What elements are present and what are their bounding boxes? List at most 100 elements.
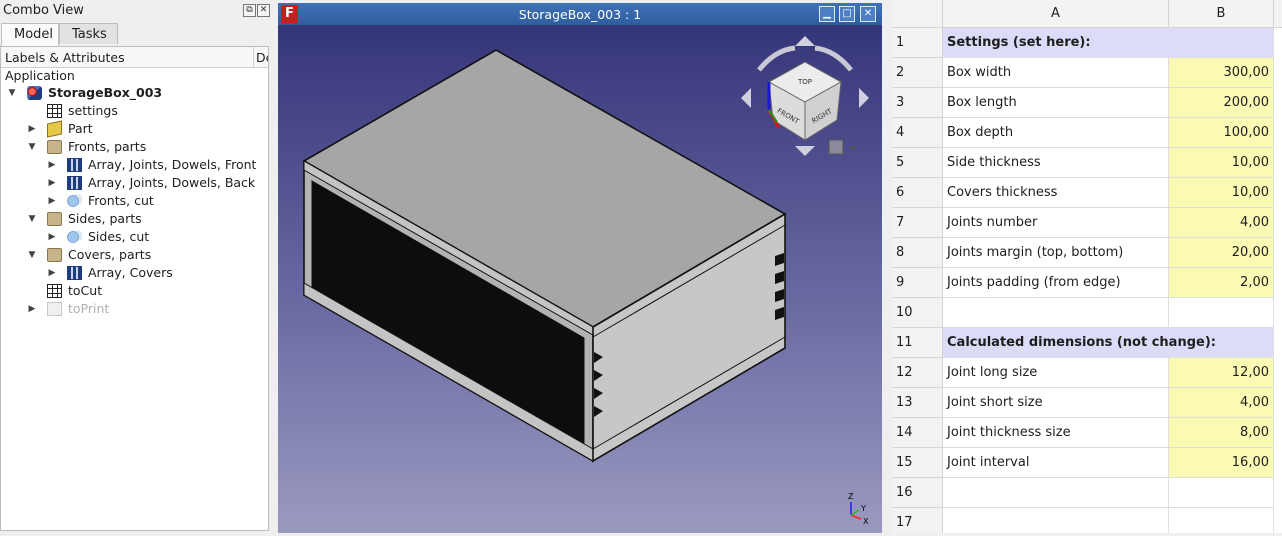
tree-item[interactable]: ▼ Fronts, parts [1,138,268,156]
tree-item[interactable]: ▶ Array, Covers [1,264,268,282]
row-header[interactable]: 12 [893,358,943,388]
tree-item[interactable]: ▶ Array, Joints, Dowels, Front [1,156,268,174]
cell-a[interactable]: Settings (set here): [943,28,1274,58]
float-panel-button[interactable]: ⧉ [243,4,256,17]
3d-viewport[interactable]: TOP FRONT RIGHT Z Y X [278,25,882,533]
tree-application-root[interactable]: Application [1,67,268,85]
row-header[interactable]: 14 [893,418,943,448]
cell-a[interactable] [943,298,1169,328]
collapse-arrow-icon[interactable]: ▼ [27,138,37,156]
cell-a[interactable]: Joints number [943,208,1169,238]
collapse-arrow-icon[interactable]: ▼ [7,84,17,102]
cell-b[interactable]: 10,00 [1169,148,1274,178]
header-divider[interactable] [253,47,254,67]
close-panel-button[interactable]: ✕ [257,4,270,17]
spreadsheet-view[interactable]: A B 1 Settings (set here): 2 Box width 300,0… [893,0,1282,533]
cell-a[interactable]: Joints padding (from edge) [943,268,1169,298]
tree-item[interactable]: ▼ Covers, parts [1,246,268,264]
cell-b[interactable]: 200,00 [1169,88,1274,118]
column-header-filler [1274,0,1282,28]
cell-b[interactable] [1169,508,1274,533]
cell-a[interactable]: Side thickness [943,148,1169,178]
tree-item[interactable]: ▼ Sides, parts [1,210,268,228]
tree-item[interactable]: ▶ Array, Joints, Dowels, Back [1,174,268,192]
axis-y-label: Y [860,504,866,513]
cell-a[interactable]: Calculated dimensions (not change): [943,328,1274,358]
description-header[interactable]: De [256,50,268,65]
expand-arrow-icon[interactable]: ▶ [47,264,57,282]
collapse-arrow-icon[interactable]: ▼ [27,246,37,264]
cell-b[interactable]: 20,00 [1169,238,1274,268]
labels-attributes-header[interactable]: Labels & Attributes [5,50,125,65]
row-header[interactable]: 7 [893,208,943,238]
tree-item[interactable]: ▶ Sides, cut [1,228,268,246]
cell-b[interactable]: 16,00 [1169,448,1274,478]
cell-a[interactable]: Joints margin (top, bottom) [943,238,1169,268]
cell-a[interactable]: Box width [943,58,1169,88]
maximize-view-button[interactable]: □ [839,6,855,22]
cell-b[interactable]: 12,00 [1169,358,1274,388]
expand-arrow-icon[interactable]: ▶ [47,228,57,246]
row-header[interactable]: 5 [893,148,943,178]
cell-b[interactable]: 300,00 [1169,58,1274,88]
row-header[interactable]: 4 [893,118,943,148]
row-header[interactable]: 8 [893,238,943,268]
cell-b[interactable] [1169,478,1274,508]
expand-arrow-icon[interactable]: ▶ [47,156,57,174]
cell-b[interactable]: 4,00 [1169,388,1274,418]
tree-item-label: toCut [68,283,103,298]
cell-a[interactable]: Box depth [943,118,1169,148]
cell-a[interactable] [943,478,1169,508]
column-header-b[interactable]: B [1169,0,1274,28]
cell-a[interactable]: Box length [943,88,1169,118]
expand-arrow-icon[interactable]: ▶ [27,300,37,318]
row-header[interactable]: 10 [893,298,943,328]
tree-item[interactable]: ▼ StorageBox_003 [1,84,268,102]
row-header[interactable]: 1 [893,28,943,58]
row-header[interactable]: 16 [893,478,943,508]
tree-item[interactable]: ▶ toPrint [1,300,268,318]
column-header-a[interactable]: A [943,0,1169,28]
sheet-corner[interactable] [893,0,943,28]
tree-item[interactable]: settings [1,102,268,120]
tab-tasks[interactable]: Tasks [59,23,118,44]
cell-a[interactable]: Joint long size [943,358,1169,388]
collapse-arrow-icon[interactable]: ▼ [27,210,37,228]
tree-item[interactable]: ▶ Fronts, cut [1,192,268,210]
close-view-button[interactable]: ✕ [860,6,876,22]
row-header[interactable]: 13 [893,388,943,418]
expand-arrow-icon[interactable]: ▶ [27,120,37,138]
cell-b[interactable]: 8,00 [1169,418,1274,448]
row-header[interactable]: 6 [893,178,943,208]
expand-arrow-icon[interactable]: ▶ [47,174,57,192]
cell-a[interactable]: Joint thickness size [943,418,1169,448]
row-header[interactable]: 3 [893,88,943,118]
row-header[interactable]: 11 [893,328,943,358]
tree-item-label: Array, Joints, Dowels, Front [88,157,257,172]
cell-a[interactable]: Covers thickness [943,178,1169,208]
tree-item[interactable]: ▶ Part [1,120,268,138]
tree-item[interactable]: toCut [1,282,268,300]
cell-a[interactable]: Joint interval [943,448,1169,478]
tree-item-label: StorageBox_003 [48,85,163,100]
3d-scene[interactable]: TOP FRONT RIGHT Z Y X [278,25,882,533]
expand-arrow-icon[interactable]: ▶ [47,192,57,210]
cell-b[interactable]: 4,00 [1169,208,1274,238]
row-header[interactable]: 2 [893,58,943,88]
cell-b[interactable]: 100,00 [1169,118,1274,148]
cell-a[interactable]: Joint short size [943,388,1169,418]
view-title-text: StorageBox_003 : 1 [518,7,642,22]
tree-item-label: Application [5,68,75,83]
tab-model[interactable]: Model [1,23,59,46]
row-header[interactable]: 15 [893,448,943,478]
cell-b[interactable]: 10,00 [1169,178,1274,208]
cell-a[interactable] [943,508,1169,533]
cell-b[interactable]: 2,00 [1169,268,1274,298]
row-header[interactable]: 9 [893,268,943,298]
model-tree[interactable]: Labels & Attributes De Application▼Stora… [0,46,269,531]
hidden-document-icon [47,302,62,316]
tree-item-label: Covers, parts [68,247,152,262]
row-header[interactable]: 17 [893,508,943,533]
cell-b[interactable] [1169,298,1274,328]
minimize-view-button[interactable]: ▁ [819,6,835,22]
